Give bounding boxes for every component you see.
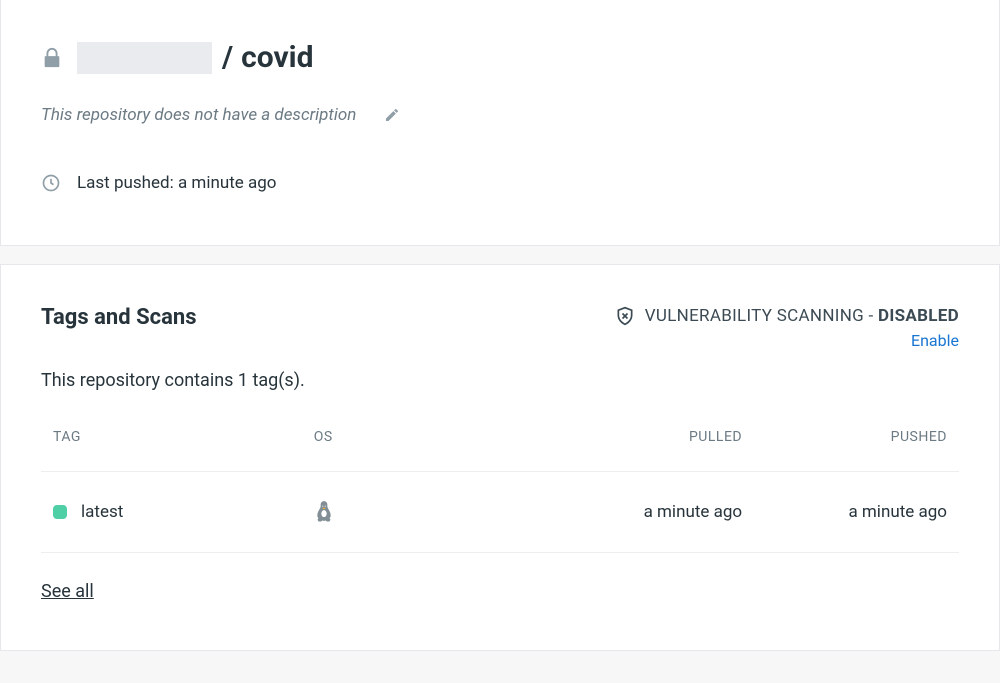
col-pushed: PUSHED <box>742 429 947 445</box>
tags-count-text: This repository contains 1 tag(s). <box>41 370 959 391</box>
vulnerability-status: DISABLED <box>878 306 959 326</box>
see-all-link[interactable]: See all <box>41 581 94 602</box>
repo-header-card: / covid This repository does not have a … <box>0 0 1000 246</box>
vulnerability-status-line: VULNERABILITY SCANNING - DISABLED <box>615 305 959 327</box>
table-row[interactable]: latest a minute ago a minute ago <box>41 472 959 553</box>
repo-name: covid <box>241 40 313 75</box>
shield-x-icon <box>615 305 635 327</box>
tags-top-row: Tags and Scans VULNERABILITY SCANNING - … <box>41 305 959 350</box>
col-pulled: PULLED <box>500 429 742 445</box>
tags-card: Tags and Scans VULNERABILITY SCANNING - … <box>0 264 1000 651</box>
repo-owner-redacted <box>77 42 212 74</box>
col-os: OS <box>314 429 500 445</box>
vulnerability-block: VULNERABILITY SCANNING - DISABLED Enable <box>615 305 959 350</box>
last-pushed-text: Last pushed: a minute ago <box>77 173 277 193</box>
description-row: This repository does not have a descript… <box>41 105 959 125</box>
vulnerability-label: VULNERABILITY SCANNING - <box>645 306 878 326</box>
clock-icon <box>41 173 61 193</box>
linux-icon <box>314 500 334 524</box>
repo-slash: / <box>222 40 233 75</box>
col-tag: TAG <box>53 429 314 445</box>
tags-table-header: TAG OS PULLED PUSHED <box>41 429 959 472</box>
description-placeholder: This repository does not have a descript… <box>41 105 356 125</box>
tag-status-dot-icon <box>53 505 67 519</box>
tag-cell: latest <box>53 502 314 522</box>
os-cell <box>314 500 500 524</box>
enable-scanning-link[interactable]: Enable <box>911 331 959 350</box>
last-pushed-row: Last pushed: a minute ago <box>41 173 959 193</box>
repo-title-row: / covid <box>41 40 959 75</box>
lock-icon <box>41 44 63 72</box>
pencil-icon[interactable] <box>384 107 400 123</box>
pulled-cell: a minute ago <box>500 502 742 522</box>
tags-heading: Tags and Scans <box>41 305 197 330</box>
tag-name: latest <box>81 502 123 522</box>
pushed-cell: a minute ago <box>742 502 947 522</box>
